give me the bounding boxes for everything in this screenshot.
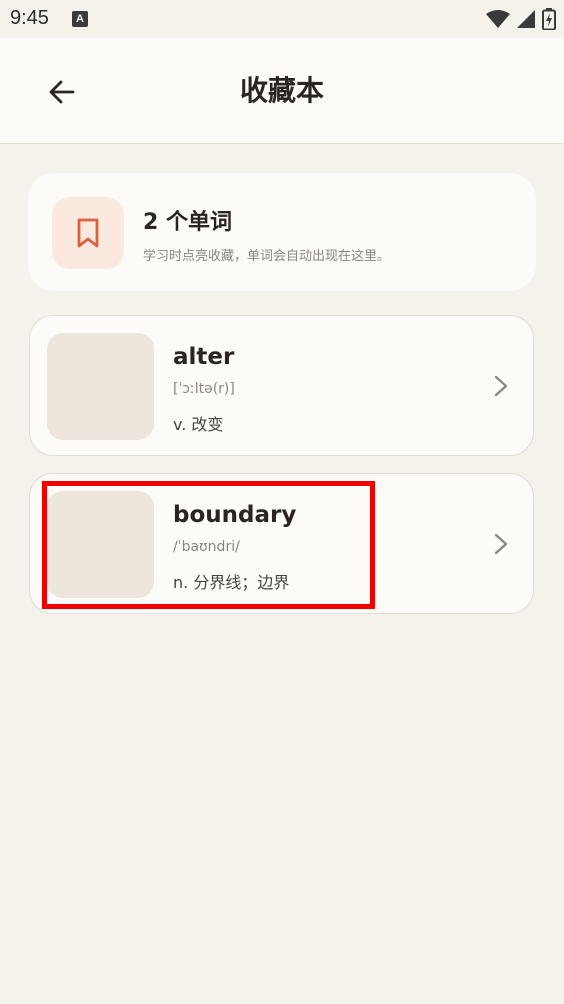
status-bar: 9:45 A [0,0,564,38]
word-title: alter [173,344,235,370]
signal-icon [517,10,535,28]
status-icons [486,8,556,30]
word-count: 2 个单词 [143,210,232,235]
chevron-right-icon [494,533,508,555]
word-definition: v. 改变 [173,415,224,434]
word-card[interactable]: boundary /ˈbaʊndri/ n. 分界线；边界 [29,473,534,614]
word-definition: n. 分界线；边界 [173,573,290,592]
word-card[interactable]: alter [ˈɔːltə(r)] v. 改变 [29,315,534,456]
battery-icon [542,8,556,30]
summary-card: 2 个单词 学习时点亮收藏，单词会自动出现在这里。 [28,173,536,291]
page-title: 收藏本 [239,74,324,107]
bookmark-icon [77,218,99,248]
word-phonetic: [ˈɔːltə(r)] [173,381,235,397]
app-header: 收藏本 [0,38,564,144]
wifi-icon [486,10,510,28]
summary-hint: 学习时点亮收藏，单词会自动出现在这里。 [143,249,391,264]
word-phonetic: /ˈbaʊndri/ [173,539,240,555]
summary-icon-container [52,197,124,269]
word-thumbnail [47,491,154,598]
notification-a-icon: A [72,11,88,27]
word-thumbnail [47,333,154,440]
status-time: 9:45 [10,7,49,29]
word-title: boundary [173,502,297,528]
chevron-right-icon [494,375,508,397]
